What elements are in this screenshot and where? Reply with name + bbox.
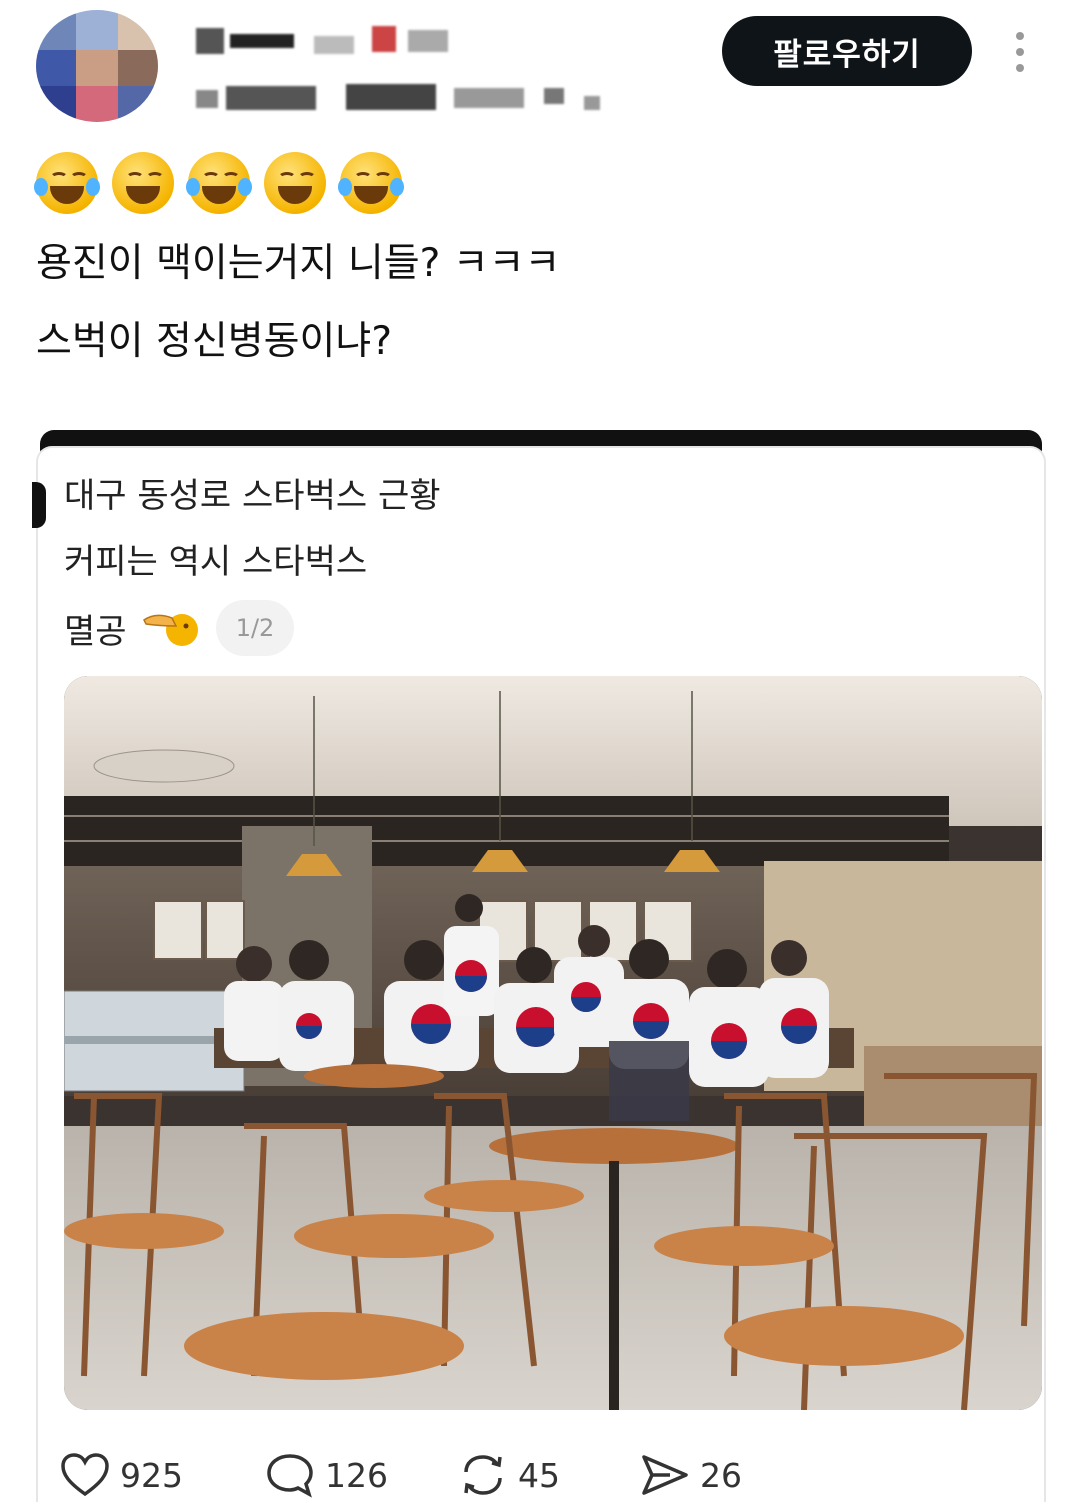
tears-of-joy-emoji-icon xyxy=(338,152,404,214)
grinning-squinting-emoji-icon xyxy=(112,152,174,214)
reply-action[interactable]: 126 xyxy=(265,1452,388,1498)
more-options-icon[interactable] xyxy=(1006,30,1034,74)
repost-count: 45 xyxy=(518,1455,560,1495)
quoted-text-line-2: 커피는 역시 스타벅스 xyxy=(64,542,368,582)
cafe-photo[interactable] xyxy=(64,676,1042,1410)
repost-icon xyxy=(464,1455,502,1495)
heart-icon xyxy=(61,1453,109,1497)
engagement-bar: 925 126 45 26 xyxy=(60,1452,1020,1502)
avatar[interactable] xyxy=(36,10,158,122)
display-name-redacted[interactable] xyxy=(196,22,476,58)
card-edge-fragment xyxy=(32,482,46,528)
like-action[interactable]: 925 xyxy=(60,1452,183,1498)
quoted-text-line-1: 대구 동성로 스타벅스 근황 xyxy=(64,476,441,516)
quoted-text-line-3: 멸공 xyxy=(64,612,127,652)
reply-count: 126 xyxy=(325,1455,388,1495)
like-count: 925 xyxy=(120,1455,183,1495)
reply-bubble-icon xyxy=(267,1454,313,1498)
tears-of-joy-emoji-icon xyxy=(186,152,252,214)
share-action[interactable]: 26 xyxy=(640,1452,742,1498)
send-share-icon xyxy=(642,1455,688,1495)
tweet-text-line-2: 스벅이 정신병동이냐? xyxy=(36,319,393,364)
tweet-text-line-1: 용진이 맥이는거지 니들? ㅋㅋㅋ xyxy=(36,241,561,286)
share-count: 26 xyxy=(700,1455,742,1495)
repost-action[interactable]: 45 xyxy=(458,1452,560,1498)
cafe-photo-illustration xyxy=(64,676,1042,1410)
follow-button[interactable]: 팔로우하기 xyxy=(722,16,972,86)
handle-redacted xyxy=(196,80,616,114)
tears-of-joy-emoji-icon xyxy=(34,152,100,214)
image-page-indicator: 1/2 xyxy=(216,600,294,656)
emoji-row xyxy=(34,152,404,214)
grinning-squinting-emoji-icon xyxy=(264,152,326,214)
pointing-left-hand-icon xyxy=(143,614,198,646)
